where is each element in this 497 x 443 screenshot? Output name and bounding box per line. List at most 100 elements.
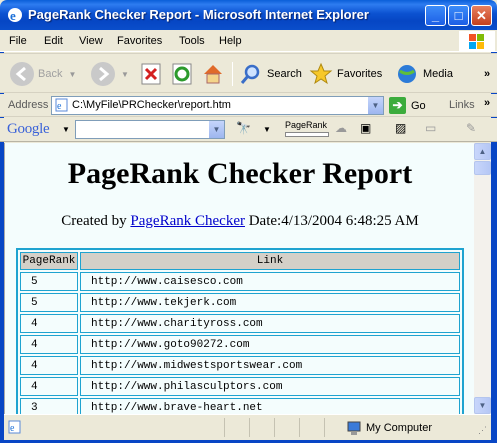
links-chevron-icon[interactable]: » (484, 97, 490, 109)
stop-button[interactable] (140, 60, 162, 88)
page-status-icon: e (8, 420, 21, 434)
menu-view[interactable]: View (79, 35, 103, 47)
links-button[interactable]: Links (449, 99, 475, 111)
window-title: PageRank Checker Report - Microsoft Inte… (28, 7, 369, 22)
address-dropdown-icon[interactable]: ▼ (367, 97, 383, 114)
table-row: 4 http://www.midwestsportswear.com (20, 356, 460, 375)
scroll-up-icon[interactable]: ▲ (474, 143, 491, 160)
favorites-button[interactable]: Favorites (309, 60, 382, 88)
google-logo[interactable]: Google (7, 121, 50, 138)
rank-cell: 4 (20, 356, 78, 375)
table-row: 5 http://www.caisesco.com (20, 272, 460, 291)
rank-cell: 4 (20, 377, 78, 396)
link-cell: http://www.midwestsportswear.com (80, 356, 460, 375)
minimize-button[interactable]: _ (425, 5, 446, 26)
page-content: PageRank Checker Report Created by PageR… (4, 143, 474, 414)
table-row: 5 http://www.tekjerk.com (20, 293, 460, 312)
rank-cell: 5 (20, 293, 78, 312)
address-bar: Address e C:\MyFile\PRChecker\report.htm… (0, 94, 497, 117)
status-bar: e My Computer ⋰ (4, 414, 491, 440)
table-row: 3 http://www.brave-heart.net (20, 398, 460, 414)
table-row: 4 http://www.philasculptors.com (20, 377, 460, 396)
media-globe-icon (398, 65, 416, 83)
link-cell: http://www.charityross.com (80, 314, 460, 333)
vertical-scrollbar[interactable]: ▲ ▼ (474, 143, 491, 414)
google-search-input[interactable]: ▼ (75, 120, 225, 139)
go-arrow-icon: ➔ (389, 97, 406, 114)
home-icon (204, 65, 222, 84)
ie-logo-icon: e (8, 8, 22, 23)
title-bar[interactable]: e PageRank Checker Report - Microsoft In… (0, 0, 497, 30)
menu-bar: File Edit View Favorites Tools Help (0, 30, 497, 52)
column-header-pagerank: PageRank (20, 252, 78, 270)
media-button[interactable]: Media (395, 60, 453, 88)
standard-toolbar: Back ▼ ▼ Search Favorites Media » (0, 53, 497, 93)
back-button[interactable]: Back ▼ (10, 60, 76, 88)
search-button[interactable]: Search (239, 60, 302, 88)
rank-cell: 3 (20, 398, 78, 414)
forward-arrow-icon (91, 62, 115, 86)
menu-favorites[interactable]: Favorites (117, 35, 162, 47)
status-cell (274, 418, 298, 437)
chevron-down-icon[interactable]: ▼ (121, 70, 129, 79)
link-cell: http://www.tekjerk.com (80, 293, 460, 312)
refresh-icon (172, 63, 192, 85)
stop-icon (141, 63, 161, 85)
chevron-down-icon[interactable]: ▼ (68, 70, 76, 79)
status-cell (324, 418, 342, 437)
star-icon (309, 62, 333, 85)
scrollbar-thumb[interactable] (474, 161, 491, 175)
media-label: Media (423, 68, 453, 80)
pagerank-bar (285, 132, 329, 137)
popup-blocker-icon[interactable]: ▨ (395, 121, 406, 135)
google-menu-chevron-icon[interactable]: ▼ (62, 125, 70, 134)
up-directory-icon[interactable]: ▣ (360, 121, 371, 135)
pagerank-table: PageRank Link 5 http://www.caisesco.com 5… (16, 248, 464, 414)
refresh-button[interactable] (171, 60, 193, 88)
search-label: Search (267, 68, 302, 80)
pagerank-checker-link[interactable]: PageRank Checker (130, 213, 245, 229)
go-label: Go (411, 99, 426, 112)
rank-cell: 5 (20, 272, 78, 291)
binoculars-icon[interactable]: 🔭 (236, 121, 251, 135)
my-computer-icon (347, 421, 361, 435)
page-info-icon[interactable]: ☁ (335, 121, 347, 135)
toolbar-more-chevron-icon[interactable]: » (484, 68, 490, 80)
svg-text:e: e (10, 423, 15, 434)
menu-file[interactable]: File (9, 35, 27, 47)
highlight-icon[interactable]: ✎ (466, 121, 476, 135)
forward-button[interactable]: ▼ (91, 60, 129, 88)
home-button[interactable] (201, 60, 225, 88)
menu-tools[interactable]: Tools (179, 35, 205, 47)
windows-logo-icon (459, 31, 495, 52)
zone-label: My Computer (366, 421, 433, 434)
toolbar-separator (232, 62, 233, 86)
address-url: C:\MyFile\PRChecker\report.htm (72, 99, 231, 111)
column-header-link: Link (80, 252, 460, 270)
menu-help[interactable]: Help (219, 35, 242, 47)
address-input[interactable]: e C:\MyFile\PRChecker\report.htm ▼ (51, 96, 384, 115)
link-cell: http://www.brave-heart.net (80, 398, 460, 414)
pagerank-label: PageRank (285, 120, 328, 130)
svg-text:e: e (10, 8, 16, 23)
go-button[interactable]: ➔ Go (389, 96, 426, 115)
chevron-down-icon[interactable]: ▼ (263, 125, 271, 134)
google-search-dropdown-icon[interactable]: ▼ (208, 121, 224, 138)
maximize-button[interactable]: □ (448, 5, 469, 26)
status-cell (299, 418, 323, 437)
status-cell (224, 418, 248, 437)
link-cell: http://www.philasculptors.com (80, 377, 460, 396)
folder-icon[interactable]: ▭ (425, 121, 436, 135)
status-cell (249, 418, 273, 437)
menu-edit[interactable]: Edit (44, 35, 63, 47)
back-label: Back (38, 68, 63, 80)
address-label: Address (8, 99, 49, 111)
scroll-down-icon[interactable]: ▼ (474, 397, 491, 414)
security-zone[interactable]: My Computer (346, 418, 432, 437)
report-created-line: Created by PageRank Checker Date:4/13/20… (5, 213, 474, 230)
close-button[interactable]: ✕ (471, 5, 492, 26)
page-icon: e (55, 98, 68, 112)
resize-grip-icon[interactable]: ⋰ (478, 425, 487, 436)
table-row: 4 http://www.goto90272.com (20, 335, 460, 354)
rank-cell: 4 (20, 335, 78, 354)
